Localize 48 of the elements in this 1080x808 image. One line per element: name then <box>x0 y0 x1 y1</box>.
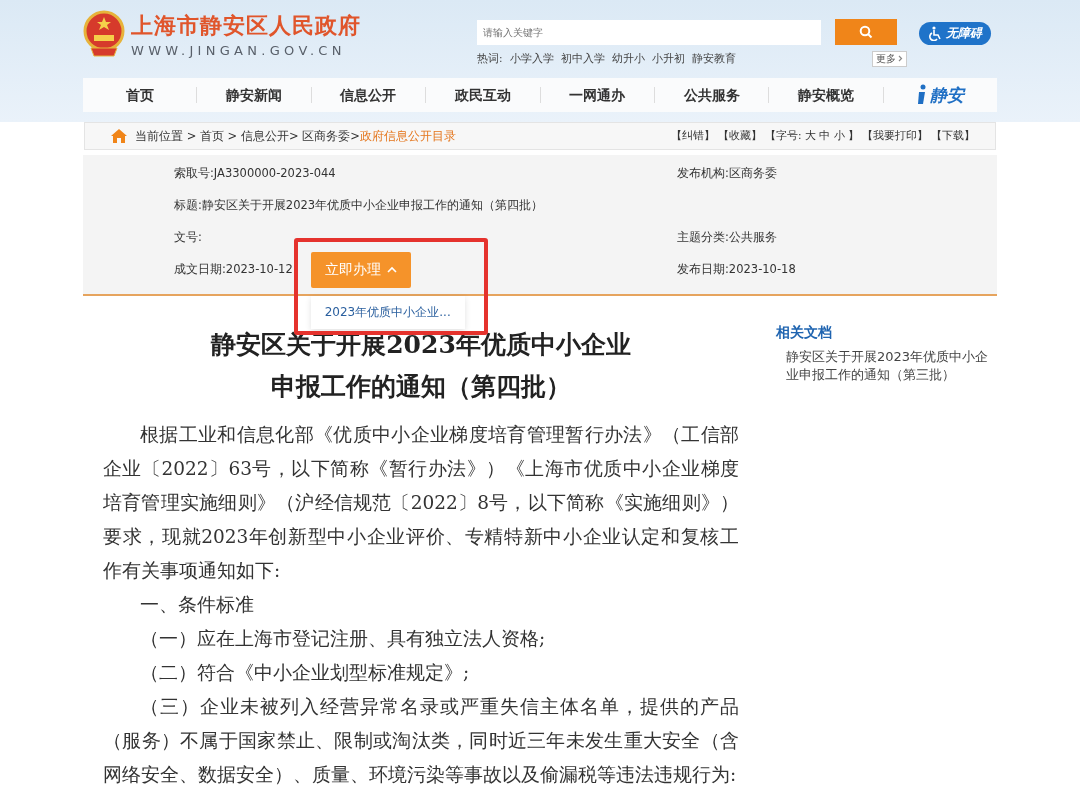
nav-item[interactable]: 首页 <box>83 87 198 103</box>
hot-word-link[interactable]: 小学入学 <box>509 52 554 66</box>
page-tool-link[interactable]: 【下载】 <box>931 129 975 143</box>
national-emblem-icon <box>83 10 125 58</box>
caret-icon <box>386 266 397 273</box>
nav-item[interactable]: 静安概览 <box>769 87 884 103</box>
document-title: 标题:静安区关于开展2023年优质中小企业申报工作的通知（第四批） <box>174 197 545 214</box>
nav-item[interactable]: 公共服务 <box>654 87 770 103</box>
article-paragraph: 根据工业和信息化部《优质中小企业梯度培育管理暂行办法》（工信部企业〔2022〕63号，以下简称《暂行办法》）《上海市优质中小企业梯度培育管理实施细则》（沪经信规范〔2022〕8号，以下简称《实施细则》）要求，现就2023年创新型中小企业评价、专精特新中小企业认定和复核工作有关事项通知如下: <box>103 423 739 583</box>
breadcrumb-path[interactable]: 当前位置 > 首页 > 信息公开> 区商务委> <box>135 128 360 144</box>
hot-word-link[interactable]: 小升初 <box>651 52 685 66</box>
publish-date: 发布日期:2023-10-18 <box>677 261 797 278</box>
written-date: 成文日期:2023-10-12 <box>174 262 293 277</box>
nav-item[interactable]: 信息公开 <box>311 87 427 103</box>
article-paragraph: （二）符合《中小企业划型标准规定》; <box>139 661 471 685</box>
hot-word-link[interactable]: 幼升小 <box>611 52 645 66</box>
page-tool-link[interactable]: 【收藏】 <box>718 129 763 143</box>
site-title: 上海市静安区人民政府 <box>131 11 361 40</box>
jingan-logo-text: 静安 <box>930 83 965 107</box>
hot-word-link[interactable]: 初中入学 <box>560 52 605 66</box>
nav-item[interactable]: 一网通办 <box>540 87 655 103</box>
chevron-icon <box>898 55 903 62</box>
hot-word-link[interactable]: 静安教育 <box>691 52 736 66</box>
home-icon <box>111 129 127 143</box>
site-url: WWW.JINGAN.GOV.CN <box>131 42 347 58</box>
related-doc-link[interactable]: 静安区关于开展2023年优质中小企业申报工作的通知（第三批） <box>776 348 996 384</box>
article-title: 申报工作的通知（第四批） <box>270 371 572 403</box>
nav-item[interactable]: 政民互动 <box>426 87 541 103</box>
accessibility-button[interactable]: 无障碍 <box>919 22 991 45</box>
page-tool-link[interactable]: 【字号: 大 中 小 】 <box>765 129 859 143</box>
search-button[interactable] <box>835 19 897 45</box>
more-link[interactable]: 更多 <box>872 51 907 67</box>
page-tool-link[interactable]: 【纠错】 <box>671 129 716 143</box>
related-docs-heading: 相关文档 <box>776 324 833 342</box>
category: 主题分类:公共服务 <box>677 229 778 246</box>
wheelchair-icon <box>928 26 942 41</box>
search-field[interactable]: 请输入关键字 <box>477 19 821 45</box>
nav-item[interactable]: 静安新闻 <box>197 87 312 103</box>
dropdown-item[interactable]: 2023年优质中小企业... <box>324 303 451 321</box>
article-paragraph: （一）应在上海市登记注册、具有独立法人资格; <box>139 627 547 651</box>
document-number: 文号: <box>174 229 203 246</box>
publisher: 发布机构:区商务委 <box>677 165 778 182</box>
index-number: 索取号:JA3300000-2023-044 <box>174 165 337 182</box>
article-paragraph: （三）企业未被列入经营异常名录或严重失信主体名单，提供的产品（服务）不属于国家禁止、限制或淘汰类，同时近三年未发生重大安全（含网络安全、数据安全）、质量、环境污染等事故以及偷漏税等违法违规行为: <box>103 695 739 787</box>
hot-words-label: 热词: <box>477 52 503 66</box>
search-icon <box>859 25 873 39</box>
article-paragraph: 一、条件标准 <box>139 593 255 617</box>
page-tool-link[interactable]: 【我要打印】 <box>862 129 928 143</box>
